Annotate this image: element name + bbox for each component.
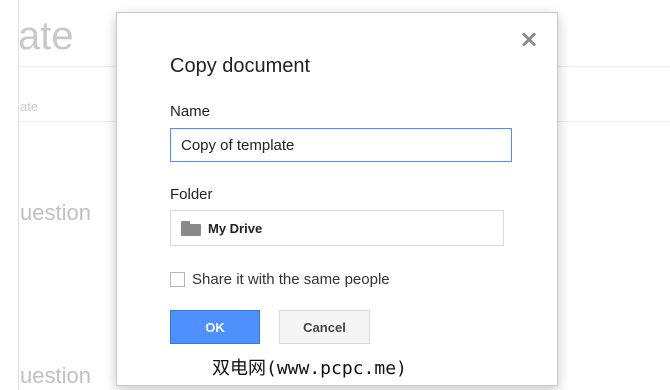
folder-name: My Drive — [208, 220, 263, 236]
folder-icon — [181, 221, 201, 236]
name-input[interactable] — [170, 128, 512, 162]
share-checkbox[interactable] — [170, 272, 185, 287]
close-icon[interactable]: × — [519, 27, 539, 51]
dialog-title: Copy document — [170, 55, 311, 77]
watermark: 双电网(www.pcpc.me) — [212, 358, 407, 379]
background-doc-title: ate — [18, 14, 74, 58]
background-doc-subtitle: ate — [20, 99, 39, 114]
name-label: Name — [170, 103, 211, 120]
background-question-1: uestion — [20, 200, 91, 225]
share-option[interactable]: Share it with the same people — [170, 271, 390, 288]
share-label: Share it with the same people — [192, 271, 390, 288]
copy-document-dialog: × Copy document Name Folder My Drive Sha… — [116, 12, 558, 386]
cancel-button[interactable]: Cancel — [279, 310, 370, 344]
folder-label: Folder — [170, 186, 213, 203]
background-question-2: uestion — [20, 363, 91, 388]
ok-button[interactable]: OK — [170, 310, 260, 344]
folder-picker[interactable]: My Drive — [170, 210, 504, 246]
